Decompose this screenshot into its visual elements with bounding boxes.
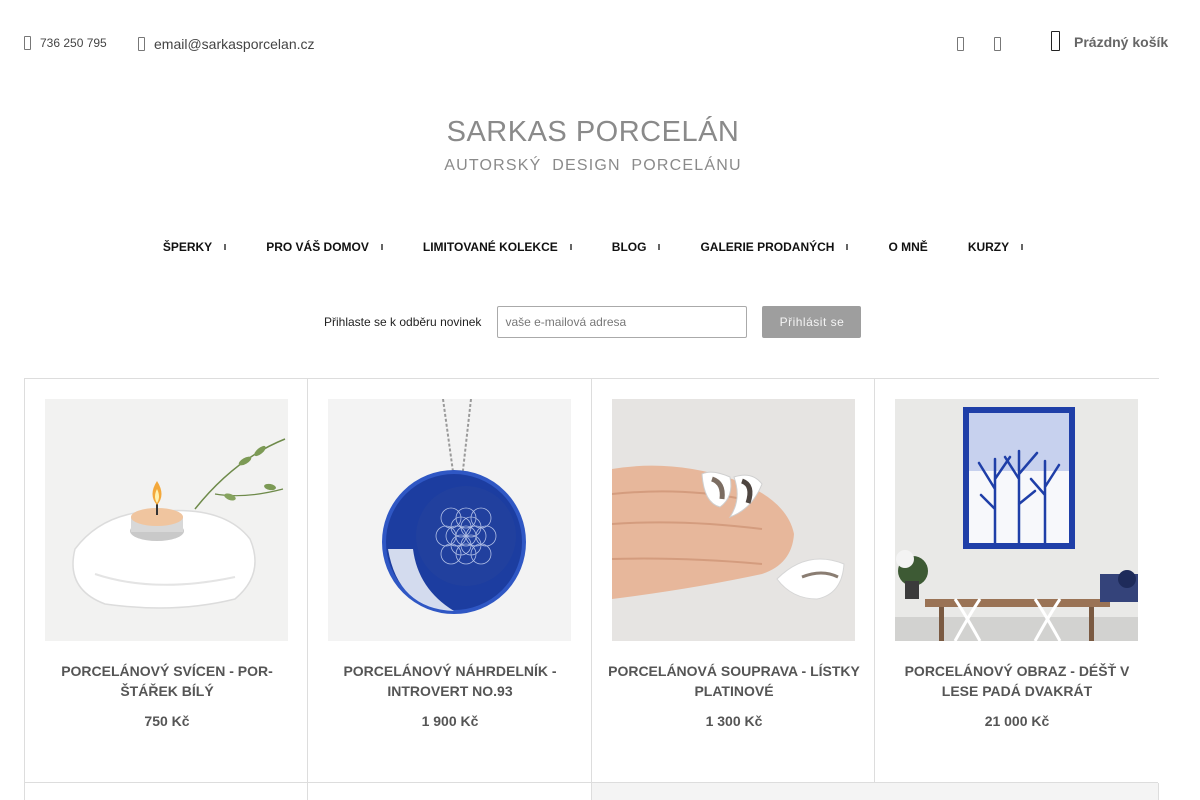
nav-item-label[interactable]: ŠPERKY xyxy=(163,240,212,254)
painting-photo xyxy=(895,399,1138,641)
product-card[interactable]: PORCELÁNOVÝ OBRAZ - DÉŠŤ V LESE PADÁ DVA… xyxy=(874,379,1158,783)
logo-subtitle: AUTORSKÝ DESIGN PORCELÁNU xyxy=(444,157,742,174)
product-name[interactable]: PORCELÁNOVÁ SOUPRAVA - LÍSTKY PLATINOVÉ xyxy=(606,661,862,701)
newsletter-subscribe-button[interactable]: Přihlásit se xyxy=(762,306,862,338)
cart-label[interactable]: Prázdný košík xyxy=(1074,34,1168,51)
product-image-candle-holder[interactable] xyxy=(45,399,288,641)
main-nav: ŠPERKY PRO VÁŠ DOMOV LIMITOVANÉ KOLEKCE … xyxy=(0,240,1186,254)
nav-item-label[interactable]: KURZY xyxy=(968,240,1009,254)
product-card-next-row[interactable] xyxy=(24,783,307,800)
newsletter-email-input[interactable] xyxy=(497,306,748,338)
nav-item-kurzy[interactable]: KURZY xyxy=(948,240,1043,254)
logo-title[interactable]: SARKAS PORCELÁN xyxy=(0,116,1186,149)
email-icon xyxy=(138,37,145,51)
phone-number[interactable]: 736 250 795 xyxy=(40,36,107,50)
nav-item-galerie-prodanych[interactable]: GALERIE PRODANÝCH xyxy=(680,240,868,254)
necklace-photo xyxy=(328,399,571,641)
candle-holder-photo xyxy=(45,399,288,641)
email-contact[interactable]: email@sarkasporcelan.cz xyxy=(138,36,315,52)
nav-item-label[interactable]: PRO VÁŠ DOMOV xyxy=(266,240,369,254)
nav-item-label[interactable]: GALERIE PRODANÝCH xyxy=(700,240,834,254)
newsletter-label: Přihlaste se k odběru novinek xyxy=(324,315,482,329)
user-icon[interactable] xyxy=(994,37,1001,51)
product-card[interactable]: PORCELÁNOVÝ NÁHRDELNÍK - INTROVERT NO.93… xyxy=(307,379,591,783)
nav-item-sperky[interactable]: ŠPERKY xyxy=(143,240,246,254)
product-price: 1 300 Kč xyxy=(705,713,763,729)
product-image-painting[interactable] xyxy=(895,399,1138,641)
email-address[interactable]: email@sarkasporcelan.cz xyxy=(154,36,315,52)
nav-item-label[interactable]: BLOG xyxy=(612,240,647,254)
site-logo[interactable]: SARKAS PORCELÁN AUTORSKÝ DESIGN PORCELÁN… xyxy=(0,116,1186,175)
chevron-down-icon xyxy=(658,244,661,250)
product-name[interactable]: PORCELÁNOVÝ SVÍCEN - POR-ŠTÁŘEK BÍLÝ xyxy=(39,661,295,701)
nav-item-label[interactable]: O MNĚ xyxy=(888,240,927,254)
product-image-earrings[interactable] xyxy=(612,399,855,641)
product-price: 1 900 Kč xyxy=(421,713,479,729)
chevron-down-icon xyxy=(569,244,572,250)
product-name[interactable]: PORCELÁNOVÝ NÁHRDELNÍK - INTROVERT NO.93 xyxy=(322,661,578,701)
cart-button[interactable]: Prázdný košík xyxy=(1051,31,1168,51)
earrings-photo xyxy=(612,399,855,641)
search-icon[interactable] xyxy=(957,37,964,51)
nav-item-pro-vas-domov[interactable]: PRO VÁŠ DOMOV xyxy=(246,240,403,254)
chevron-down-icon xyxy=(380,244,383,250)
chevron-down-icon xyxy=(846,244,849,250)
product-card[interactable]: PORCELÁNOVÁ SOUPRAVA - LÍSTKY PLATINOVÉ … xyxy=(591,379,875,783)
product-name[interactable]: PORCELÁNOVÝ OBRAZ - DÉŠŤ V LESE PADÁ DVA… xyxy=(889,661,1145,701)
chevron-down-icon xyxy=(224,244,227,250)
product-price: 750 Kč xyxy=(144,713,190,729)
top-bar: 736 250 795 email@sarkasporcelan.cz Práz… xyxy=(0,0,1200,90)
product-card-next-row[interactable] xyxy=(307,783,591,800)
phone-icon xyxy=(24,36,31,50)
product-grid: PORCELÁNOVÝ SVÍCEN - POR-ŠTÁŘEK BÍLÝ 750… xyxy=(24,378,1159,800)
product-card[interactable]: PORCELÁNOVÝ SVÍCEN - POR-ŠTÁŘEK BÍLÝ 750… xyxy=(24,379,308,783)
nav-item-o-mne[interactable]: O MNĚ xyxy=(868,240,947,254)
nav-item-limitovane-kolekce[interactable]: LIMITOVANÉ KOLEKCE xyxy=(403,240,592,254)
product-image-necklace[interactable] xyxy=(328,399,571,641)
phone-contact[interactable]: 736 250 795 xyxy=(24,36,107,50)
nav-item-label[interactable]: LIMITOVANÉ KOLEKCE xyxy=(423,240,558,254)
cart-icon[interactable] xyxy=(1051,31,1060,51)
product-price: 21 000 Kč xyxy=(984,713,1050,729)
chevron-down-icon xyxy=(1021,244,1024,250)
product-card-next-row[interactable] xyxy=(591,783,1159,800)
newsletter-form: Přihlaste se k odběru novinek Přihlásit … xyxy=(324,306,862,338)
nav-item-blog[interactable]: BLOG xyxy=(592,240,681,254)
